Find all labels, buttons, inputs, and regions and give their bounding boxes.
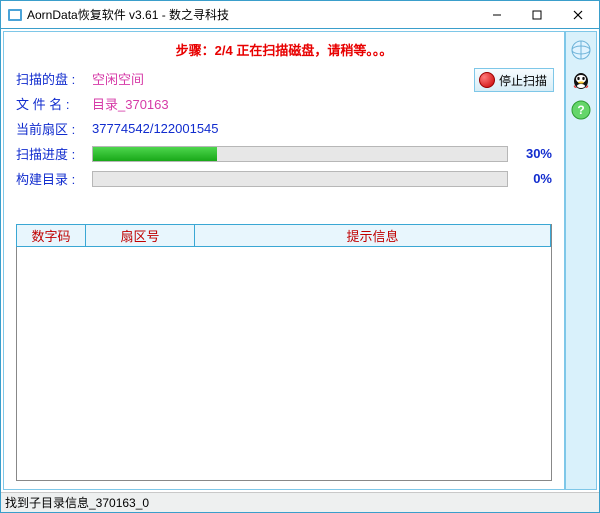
side-toolbar: ?	[565, 31, 597, 490]
build-progress-label: 构建目录 :	[16, 169, 92, 188]
close-button[interactable]	[557, 1, 599, 29]
browser-icon[interactable]	[569, 38, 593, 62]
svg-text:?: ?	[577, 103, 584, 117]
disk-value: 空闲空间	[92, 69, 144, 88]
sector-value: 37774542/122001545	[92, 121, 219, 136]
col-sector-number[interactable]: 扇区号	[85, 224, 195, 247]
help-icon[interactable]: ?	[569, 98, 593, 122]
maximize-button[interactable]	[517, 1, 557, 29]
step-text: 步骤：2/4 正在扫描磁盘，请稍等。。。	[16, 40, 552, 59]
row-build-progress: 构建目录 : 0%	[16, 169, 552, 188]
window-title: AornData恢复软件 v3.61 - 数之寻科技	[27, 6, 229, 23]
status-text: 找到子目录信息_370163_0	[5, 494, 149, 511]
scan-progress-fill	[93, 147, 217, 161]
row-file: 文 件 名 : 目录_370163	[16, 94, 552, 113]
build-progress-bar	[92, 171, 508, 187]
row-sector: 当前扇区 : 37774542/122001545	[16, 119, 552, 138]
minimize-button[interactable]	[477, 1, 517, 29]
file-label: 文 件 名 :	[16, 94, 92, 113]
stop-scan-label: 停止扫描	[499, 72, 547, 89]
main-panel: 步骤：2/4 正在扫描磁盘，请稍等。。。 停止扫描 扫描的盘 : 空闲空间 文 …	[3, 31, 565, 490]
col-hint-info[interactable]: 提示信息	[194, 224, 551, 247]
file-value: 目录_370163	[92, 94, 169, 113]
result-table: 数字码 扇区号 提示信息	[16, 224, 552, 481]
sector-label: 当前扇区 :	[16, 119, 92, 138]
scan-progress-percent: 30%	[516, 146, 552, 161]
disk-label: 扫描的盘 :	[16, 69, 92, 88]
statusbar: 找到子目录信息_370163_0	[1, 492, 599, 512]
row-disk: 扫描的盘 : 空闲空间	[16, 69, 552, 88]
table-header: 数字码 扇区号 提示信息	[17, 225, 551, 247]
build-progress-percent: 0%	[516, 171, 552, 186]
qq-icon[interactable]	[569, 68, 593, 92]
row-scan-progress: 扫描进度 : 30%	[16, 144, 552, 163]
app-icon	[7, 7, 23, 23]
stop-icon	[479, 72, 495, 88]
stop-scan-button[interactable]: 停止扫描	[474, 68, 554, 92]
titlebar: AornData恢复软件 v3.61 - 数之寻科技	[1, 1, 599, 29]
col-number-code[interactable]: 数字码	[16, 224, 86, 247]
scan-progress-bar	[92, 146, 508, 162]
scan-progress-label: 扫描进度 :	[16, 144, 92, 163]
